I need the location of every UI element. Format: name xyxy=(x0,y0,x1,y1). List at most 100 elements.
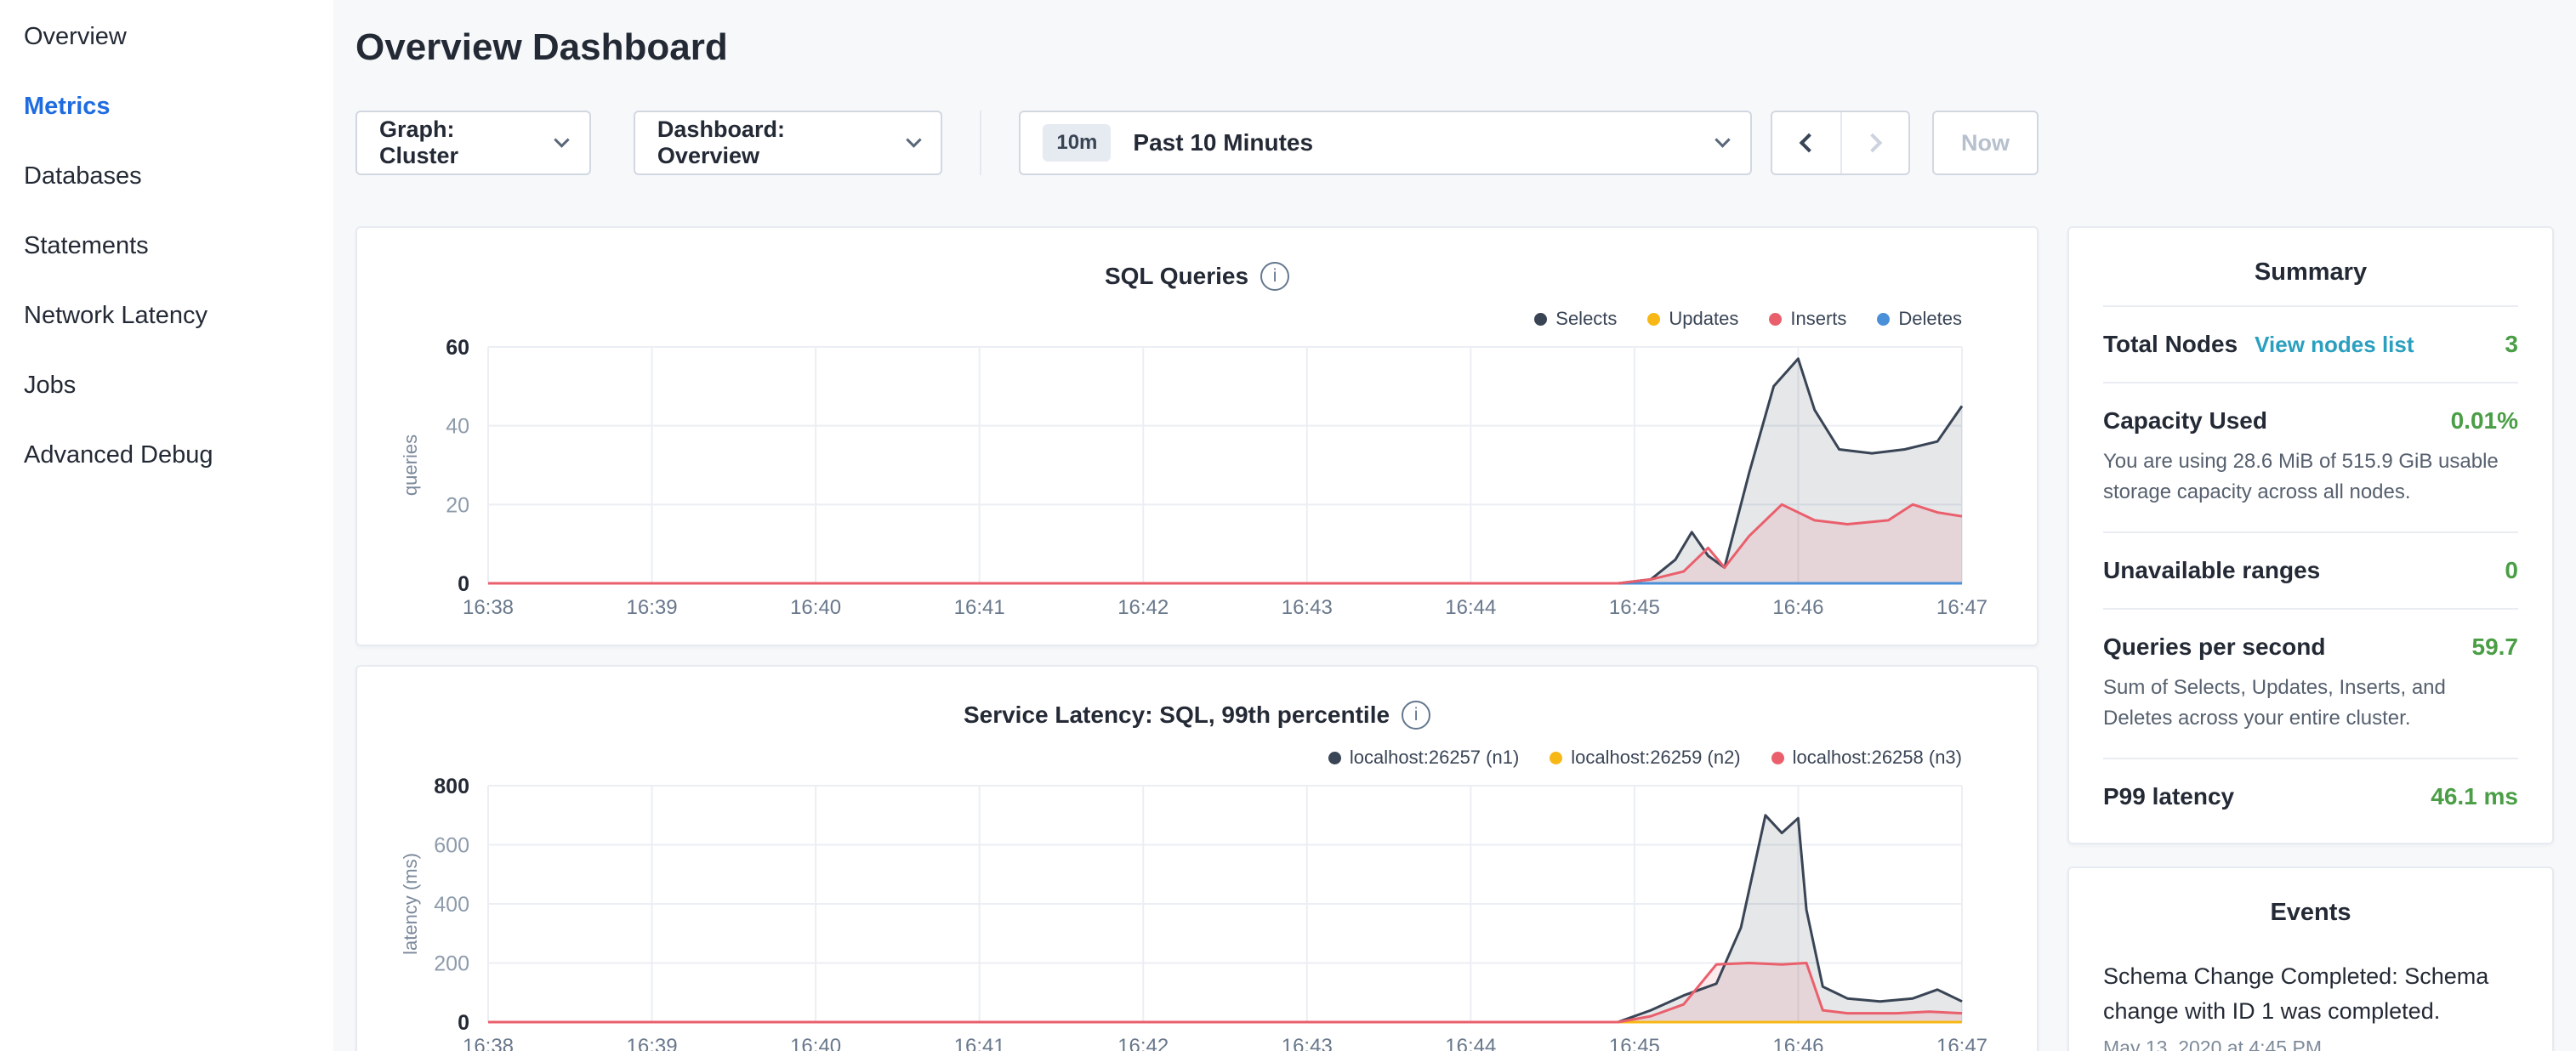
svg-text:800: 800 xyxy=(434,775,469,798)
legend-dot xyxy=(1647,313,1660,326)
view-nodes-link[interactable]: View nodes list xyxy=(2255,332,2414,358)
svg-text:0: 0 xyxy=(458,572,469,596)
y-axis-label: queries xyxy=(400,435,422,496)
event-timestamp: May 13, 2020 at 4:45 PM xyxy=(2103,1037,2518,1051)
svg-text:400: 400 xyxy=(434,893,469,917)
summary-value: 46.1 ms xyxy=(2431,783,2518,810)
svg-text:16:44: 16:44 xyxy=(1445,1035,1496,1051)
chart-card-service-latency: Service Latency: SQL, 99th percentile i … xyxy=(355,665,2039,1051)
svg-text:16:40: 16:40 xyxy=(790,596,841,619)
time-range-label: Past 10 Minutes xyxy=(1133,129,1313,156)
next-time-button[interactable] xyxy=(1840,112,1908,173)
legend-dot xyxy=(1771,752,1784,764)
events-title: Events xyxy=(2103,892,2518,946)
chevron-down-icon xyxy=(906,132,921,147)
chevron-left-icon xyxy=(1799,134,1818,153)
sidebar-item-overview[interactable]: Overview xyxy=(0,2,333,71)
sidebar-item-jobs[interactable]: Jobs xyxy=(0,350,333,420)
legend-item-deletes[interactable]: Deletes xyxy=(1877,308,1962,330)
legend-item-updates[interactable]: Updates xyxy=(1647,308,1738,330)
legend-label: Inserts xyxy=(1790,308,1846,330)
summary-row-p99-latency: P99 latency 46.1 ms xyxy=(2103,758,2518,834)
y-axis-label: latency (ms) xyxy=(400,853,422,955)
info-icon[interactable]: i xyxy=(1402,701,1430,730)
legend-item-selects[interactable]: Selects xyxy=(1534,308,1617,330)
summary-value: 0 xyxy=(2505,557,2518,584)
svg-text:40: 40 xyxy=(446,415,469,439)
prev-time-button[interactable] xyxy=(1772,112,1840,173)
time-range-badge: 10m xyxy=(1043,124,1111,162)
svg-text:16:43: 16:43 xyxy=(1282,1035,1333,1051)
svg-text:16:43: 16:43 xyxy=(1282,596,1333,619)
chart-canvas[interactable]: 16:3816:3916:4016:4116:4216:4316:4416:45… xyxy=(388,335,2006,622)
right-panel: Summary Total Nodes View nodes list 3 Ca… xyxy=(2067,226,2554,1051)
events-card: Events Schema Change Completed: Schema c… xyxy=(2067,866,2554,1051)
legend-dot xyxy=(1328,752,1341,764)
dashboard-dropdown[interactable]: Dashboard: Overview xyxy=(634,111,942,175)
summary-row-total-nodes: Total Nodes View nodes list 3 xyxy=(2103,305,2518,382)
sidebar-item-statements[interactable]: Statements xyxy=(0,211,333,281)
sidebar-item-network-latency[interactable]: Network Latency xyxy=(0,281,333,350)
summary-row-capacity-used: Capacity Used 0.01% You are using 28.6 M… xyxy=(2103,382,2518,531)
dashboard-dropdown-label: Dashboard: Overview xyxy=(657,116,888,169)
svg-text:16:38: 16:38 xyxy=(463,1035,514,1051)
now-button-label: Now xyxy=(1961,130,2010,156)
legend-dot xyxy=(1877,313,1890,326)
svg-text:200: 200 xyxy=(434,952,469,976)
svg-text:16:41: 16:41 xyxy=(954,596,1005,619)
sidebar-item-databases[interactable]: Databases xyxy=(0,141,333,211)
sidebar-item-advanced-debug[interactable]: Advanced Debug xyxy=(0,420,333,490)
info-icon[interactable]: i xyxy=(1260,262,1289,291)
legend-item-n1[interactable]: localhost:26257 (n1) xyxy=(1328,747,1519,769)
legend-label: Selects xyxy=(1555,308,1617,330)
svg-text:60: 60 xyxy=(446,336,469,360)
legend-item-n2[interactable]: localhost:26259 (n2) xyxy=(1550,747,1740,769)
summary-card: Summary Total Nodes View nodes list 3 Ca… xyxy=(2067,226,2554,844)
legend-label: Deletes xyxy=(1898,308,1962,330)
summary-description: You are using 28.6 MiB of 515.9 GiB usab… xyxy=(2103,446,2518,508)
now-button[interactable]: Now xyxy=(1932,111,2039,175)
svg-text:16:42: 16:42 xyxy=(1117,1035,1169,1051)
main-content: Overview Dashboard Graph: Cluster Dashbo… xyxy=(333,0,2039,1051)
summary-value: 0.01% xyxy=(2451,407,2518,435)
page-title: Overview Dashboard xyxy=(355,26,2039,70)
summary-description: Sum of Selects, Updates, Inserts, and De… xyxy=(2103,673,2518,734)
summary-title: Summary xyxy=(2103,252,2518,305)
summary-label: P99 latency xyxy=(2103,783,2234,810)
graph-dropdown[interactable]: Graph: Cluster xyxy=(355,111,591,175)
chart-legend: Selects Updates Inserts Deletes xyxy=(388,308,1962,330)
svg-text:16:46: 16:46 xyxy=(1772,1035,1823,1051)
legend-dot xyxy=(1534,313,1547,326)
summary-row-unavailable-ranges: Unavailable ranges 0 xyxy=(2103,531,2518,608)
svg-text:16:45: 16:45 xyxy=(1609,1035,1660,1051)
chevron-down-icon xyxy=(1714,132,1730,147)
event-item: Schema Change Completed: Schema change w… xyxy=(2103,959,2518,1051)
controls-bar: Graph: Cluster Dashboard: Overview 10m P… xyxy=(355,111,2039,175)
time-range-dropdown[interactable]: 10m Past 10 Minutes xyxy=(1019,111,1751,175)
chevron-down-icon xyxy=(554,132,569,147)
event-message: Schema Change Completed: Schema change w… xyxy=(2103,959,2518,1028)
summary-value: 59.7 xyxy=(2472,633,2519,661)
legend-label: localhost:26258 (n3) xyxy=(1793,747,1962,769)
legend-item-inserts[interactable]: Inserts xyxy=(1769,308,1846,330)
chart-canvas[interactable]: 16:3816:3916:4016:4116:4216:4316:4416:45… xyxy=(388,774,2006,1051)
chart-title: SQL Queries xyxy=(1105,263,1248,290)
svg-text:16:46: 16:46 xyxy=(1772,596,1823,619)
summary-value: 3 xyxy=(2505,331,2518,358)
chart-legend: localhost:26257 (n1) localhost:26259 (n2… xyxy=(388,747,1962,769)
svg-text:20: 20 xyxy=(446,493,469,517)
chevron-right-icon xyxy=(1863,134,1883,153)
svg-text:16:39: 16:39 xyxy=(627,596,678,619)
svg-text:600: 600 xyxy=(434,834,469,858)
chart-title: Service Latency: SQL, 99th percentile xyxy=(964,702,1390,729)
svg-text:16:47: 16:47 xyxy=(1936,596,1987,619)
legend-label: localhost:26257 (n1) xyxy=(1350,747,1519,769)
svg-text:16:40: 16:40 xyxy=(790,1035,841,1051)
svg-text:16:45: 16:45 xyxy=(1609,596,1660,619)
legend-item-n3[interactable]: localhost:26258 (n3) xyxy=(1771,747,1962,769)
summary-label: Unavailable ranges xyxy=(2103,557,2320,584)
time-step-buttons xyxy=(1771,111,1910,175)
summary-label: Queries per second xyxy=(2103,633,2325,661)
chart-card-sql-queries: SQL Queries i Selects Updates Inserts De… xyxy=(355,226,2039,646)
sidebar-item-metrics[interactable]: Metrics xyxy=(0,71,333,141)
